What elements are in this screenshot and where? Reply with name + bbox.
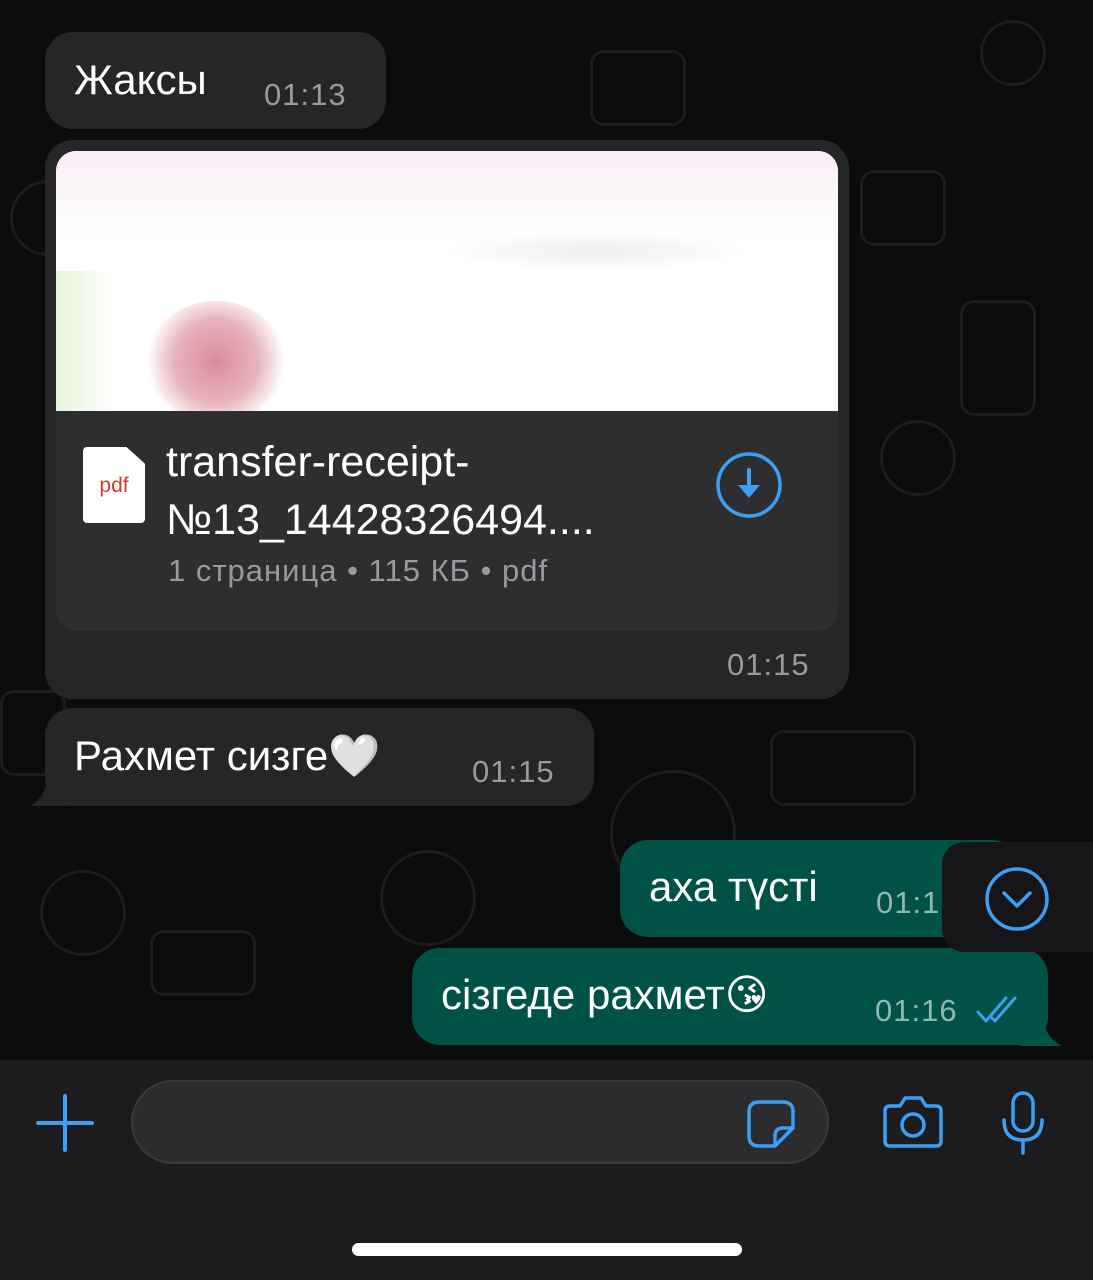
- document-preview-thumbnail[interactable]: [56, 151, 838, 411]
- message-text: аха түсті: [649, 863, 818, 910]
- message-time: 01:15: [472, 754, 555, 789]
- message-text: сізгеде рахмет😘: [441, 971, 769, 1018]
- document-file-name: transfer-receipt-№13_14428326494....: [166, 438, 595, 544]
- document-message-bubble[interactable]: pdf transfer-receipt-№13_14428326494....…: [45, 140, 849, 699]
- message-input-bar: [0, 1060, 1093, 1280]
- wallpaper-doodle: [860, 170, 946, 246]
- message-bubble-outgoing[interactable]: сізгеде рахмет😘 01:16: [412, 948, 1048, 1045]
- wallpaper-doodle: [960, 300, 1036, 416]
- message-text: Рахмет сизге🤍: [74, 732, 381, 779]
- pdf-file-icon: pdf: [83, 447, 145, 523]
- microphone-icon[interactable]: [1000, 1090, 1046, 1156]
- message-time: 01:1: [876, 885, 941, 920]
- wallpaper-doodle: [150, 930, 256, 996]
- wallpaper-doodle: [880, 420, 956, 496]
- message-time: 01:13: [264, 77, 347, 112]
- wallpaper-doodle: [590, 50, 686, 126]
- scroll-to-bottom-button[interactable]: [942, 842, 1093, 952]
- chevron-down-icon: [984, 866, 1050, 932]
- message-input[interactable]: [131, 1080, 829, 1164]
- double-check-icon: [975, 994, 1021, 1026]
- message-time: 01:16: [875, 993, 958, 1028]
- camera-icon[interactable]: [882, 1094, 944, 1150]
- file-type-badge: pdf: [99, 474, 129, 497]
- wallpaper-doodle: [40, 870, 126, 956]
- message-bubble-incoming[interactable]: Жаксы 01:13: [45, 32, 386, 129]
- home-indicator: [352, 1243, 742, 1256]
- wallpaper-doodle: [980, 20, 1046, 86]
- message-time: 01:15: [727, 647, 810, 682]
- download-arrow-icon[interactable]: [715, 451, 783, 519]
- chat-area[interactable]: Жаксы 01:13 pdf transfer-receipt-№13_144…: [0, 0, 1093, 1060]
- message-bubble-incoming[interactable]: Рахмет сизге🤍 01:15: [45, 708, 594, 806]
- wallpaper-doodle: [380, 850, 476, 946]
- sticker-icon[interactable]: [745, 1098, 797, 1150]
- wallpaper-doodle: [770, 730, 916, 806]
- plus-icon[interactable]: [36, 1094, 94, 1152]
- document-info[interactable]: pdf transfer-receipt-№13_14428326494....…: [56, 411, 838, 631]
- document-meta: 1 страница • 115 КБ • pdf: [168, 553, 549, 588]
- message-text: Жаксы: [74, 56, 207, 103]
